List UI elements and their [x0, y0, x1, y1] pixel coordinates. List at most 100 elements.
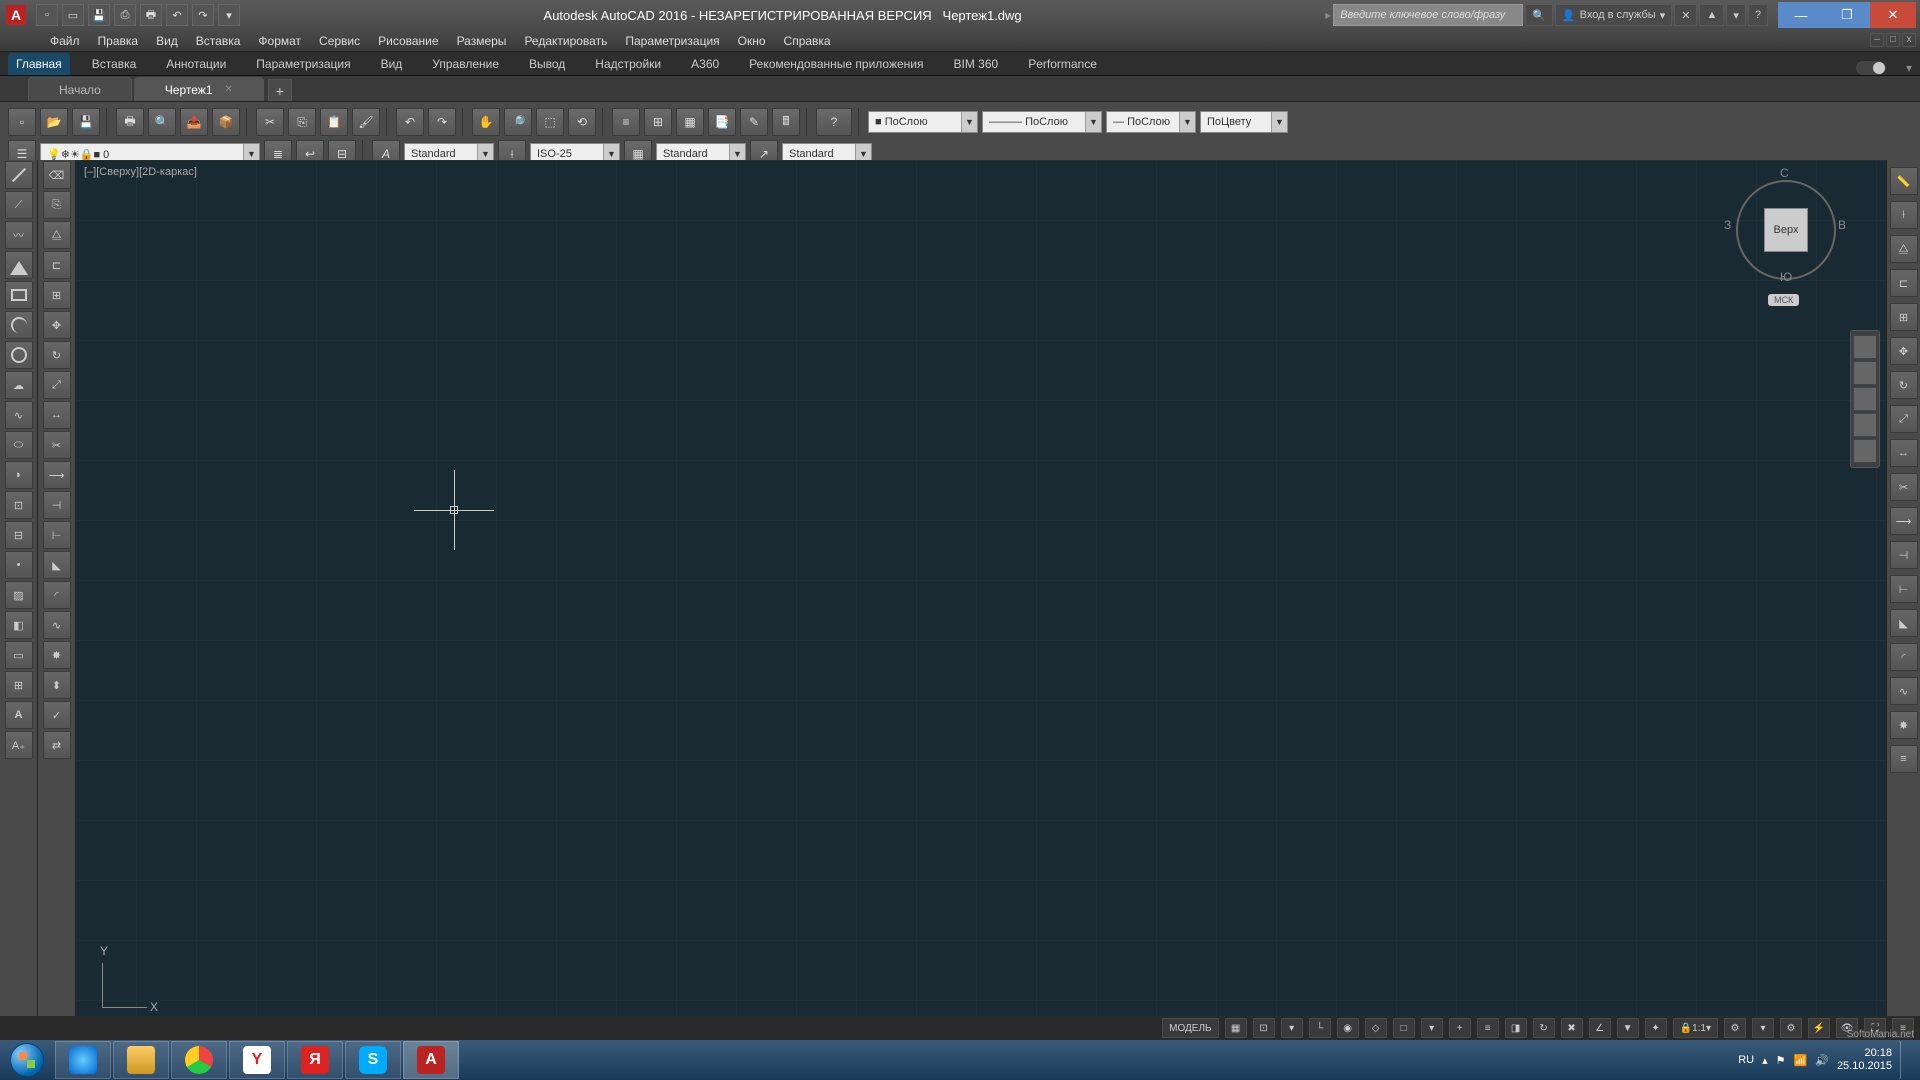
- tool-stretch[interactable]: ↔: [43, 401, 71, 429]
- ribbon-tab-insert[interactable]: Вставка: [84, 53, 145, 75]
- ribbon-tab-bim360[interactable]: BIM 360: [946, 53, 1007, 75]
- ribbon-tab-featured[interactable]: Рекомендованные приложения: [741, 53, 931, 75]
- toolbar-designcenter-icon[interactable]: ⊞: [644, 108, 672, 136]
- status-cycle-icon[interactable]: ↻: [1533, 1018, 1555, 1038]
- help-dropdown[interactable]: ▾: [1726, 4, 1746, 26]
- tool-line[interactable]: [5, 161, 33, 189]
- tool-copy[interactable]: ⎘: [43, 191, 71, 219]
- toolbar-zoomwin-icon[interactable]: ⬚: [536, 108, 564, 136]
- toolbar-qcalc-icon[interactable]: 🖩: [772, 108, 800, 136]
- window-restore-button[interactable]: ❐: [1824, 2, 1870, 28]
- status-gizmo-icon[interactable]: ✦: [1645, 1018, 1667, 1038]
- toolbar-plotpreview-icon[interactable]: 🔍: [148, 108, 176, 136]
- tray-chevron-icon[interactable]: ▴: [1762, 1054, 1768, 1067]
- nav-zoom-icon[interactable]: [1853, 387, 1877, 411]
- menu-draw[interactable]: Рисование: [378, 34, 438, 48]
- tool-insertblock[interactable]: ⊡: [5, 491, 33, 519]
- qat-open-icon[interactable]: ▭: [62, 4, 84, 26]
- close-tab-icon[interactable]: ✕: [225, 84, 233, 95]
- tool-rectangle[interactable]: [5, 281, 33, 309]
- rtool-extend[interactable]: ⟶: [1890, 507, 1918, 535]
- tool-ellipsearc[interactable]: ◗: [5, 461, 33, 489]
- mdi-restore-button[interactable]: □: [1886, 33, 1900, 47]
- tool-ellipse[interactable]: ⬭: [5, 431, 33, 459]
- toolbar-cut-icon[interactable]: ✂: [256, 108, 284, 136]
- tool-point[interactable]: •: [5, 551, 33, 579]
- rtool-offset[interactable]: ⊏: [1890, 269, 1918, 297]
- status-annomonitor-icon[interactable]: ⚙: [1724, 1018, 1746, 1038]
- task-explorer[interactable]: [113, 1041, 169, 1079]
- search-button[interactable]: 🔍: [1525, 4, 1553, 26]
- file-tab-new-button[interactable]: +: [268, 79, 292, 101]
- toolbar-3ddwf-icon[interactable]: 📦: [212, 108, 240, 136]
- rtool-stretch[interactable]: ↔: [1890, 439, 1918, 467]
- menu-window[interactable]: Окно: [738, 34, 766, 48]
- ribbon-tab-view[interactable]: Вид: [373, 53, 411, 75]
- toolbar-plot-icon[interactable]: 🖶: [116, 108, 144, 136]
- toolbar-sheetset-icon[interactable]: 📑: [708, 108, 736, 136]
- rtool-scale[interactable]: ⤢: [1890, 405, 1918, 433]
- window-close-button[interactable]: ✕: [1870, 2, 1916, 28]
- infocenter-search[interactable]: Введите ключевое слово/фразу: [1333, 4, 1523, 26]
- menu-parametric[interactable]: Параметризация: [625, 34, 719, 48]
- tool-chamfer[interactable]: ◣: [43, 551, 71, 579]
- lineweight-control[interactable]: — ПоСлою▼: [1106, 111, 1196, 133]
- task-yandex[interactable]: Y: [229, 1041, 285, 1079]
- tool-polygon[interactable]: [5, 251, 33, 279]
- rtool-dim[interactable]: ⟊: [1890, 201, 1918, 229]
- tool-table[interactable]: ⊞: [5, 671, 33, 699]
- task-autocad[interactable]: A: [403, 1041, 459, 1079]
- tool-addselected[interactable]: A₊: [5, 731, 33, 759]
- tray-clock[interactable]: 20:1825.10.2015: [1837, 1047, 1892, 1073]
- plotstyle-control[interactable]: ПоЦвету▼: [1200, 111, 1288, 133]
- rtool-move[interactable]: ✥: [1890, 337, 1918, 365]
- exchange-icon[interactable]: ✕: [1674, 4, 1697, 26]
- help-icon[interactable]: ?: [1748, 4, 1768, 26]
- tool-array[interactable]: ⊞: [43, 281, 71, 309]
- menu-insert[interactable]: Вставка: [196, 34, 241, 48]
- qat-saveas-icon[interactable]: ⎙: [114, 4, 136, 26]
- nav-orbit-icon[interactable]: [1853, 413, 1877, 437]
- drawing-area[interactable]: [–][Сверху][2D-каркас] Верх С Ю В З МСК: [76, 160, 1886, 1048]
- tool-revcloud[interactable]: ☁: [5, 371, 33, 399]
- a360-icon[interactable]: ▲: [1699, 4, 1724, 26]
- file-tab-start[interactable]: Начало: [28, 77, 132, 101]
- menu-modify[interactable]: Редактировать: [524, 34, 607, 48]
- toolbar-markup-icon[interactable]: ✎: [740, 108, 768, 136]
- linetype-control[interactable]: ——— ПоСлою▼: [982, 111, 1102, 133]
- status-osnap-icon[interactable]: □: [1393, 1018, 1415, 1038]
- rtool-fillet[interactable]: ◜: [1890, 643, 1918, 671]
- status-dyn-icon[interactable]: +: [1449, 1018, 1471, 1038]
- tool-region[interactable]: ▭: [5, 641, 33, 669]
- toolbar-properties-icon[interactable]: ≡: [612, 108, 640, 136]
- menu-file[interactable]: Файл: [50, 34, 80, 48]
- menu-tools[interactable]: Сервис: [319, 34, 360, 48]
- status-3dosnap-icon[interactable]: ✖: [1561, 1018, 1583, 1038]
- menu-dimension[interactable]: Размеры: [457, 34, 507, 48]
- qat-new-icon[interactable]: ▫: [36, 4, 58, 26]
- tray-flag-icon[interactable]: ⚑: [1776, 1054, 1786, 1067]
- status-filter-icon[interactable]: ▼: [1617, 1018, 1639, 1038]
- tool-break[interactable]: ⊣: [43, 491, 71, 519]
- toolbar-redo-icon[interactable]: ↷: [428, 108, 456, 136]
- tool-join[interactable]: ⊢: [43, 521, 71, 549]
- tray-lang[interactable]: RU: [1738, 1054, 1754, 1066]
- toolbar-zoom-icon[interactable]: 🔎: [504, 108, 532, 136]
- toolbar-new-icon[interactable]: ▫: [8, 108, 36, 136]
- status-dynucs-icon[interactable]: ∠: [1589, 1018, 1611, 1038]
- qat-redo-icon[interactable]: ↷: [192, 4, 214, 26]
- tool-setbylayer[interactable]: ✓: [43, 701, 71, 729]
- rtool-measure[interactable]: 📏: [1890, 167, 1918, 195]
- status-grid-icon[interactable]: ▦: [1225, 1018, 1247, 1038]
- status-dropdown3[interactable]: ▾: [1752, 1018, 1774, 1038]
- ribbon-tab-manage[interactable]: Управление: [424, 53, 507, 75]
- tool-draworder[interactable]: ⬍: [43, 671, 71, 699]
- ribbon-tab-home[interactable]: Главная: [8, 53, 70, 75]
- task-yandex2[interactable]: Я: [287, 1041, 343, 1079]
- menu-help[interactable]: Справка: [784, 34, 831, 48]
- tool-mtext[interactable]: A: [5, 701, 33, 729]
- file-tab-drawing1[interactable]: Чертеж1✕: [134, 77, 264, 101]
- ribbon-tab-a360[interactable]: A360: [683, 53, 727, 75]
- toolbar-copy-icon[interactable]: ⎘: [288, 108, 316, 136]
- viewport-label[interactable]: [–][Сверху][2D-каркас]: [84, 166, 197, 178]
